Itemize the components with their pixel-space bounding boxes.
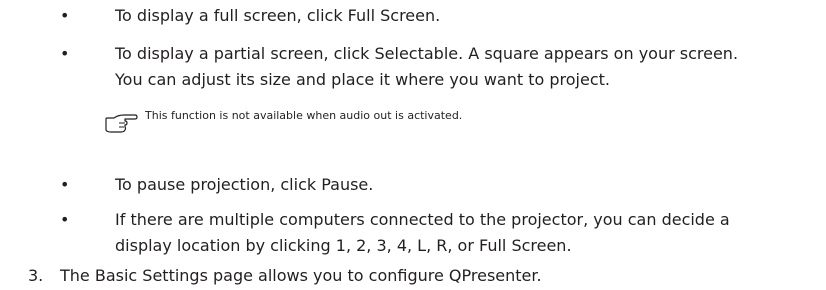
pointing-hand-icon [105, 114, 138, 133]
bullet-4-line-2: display location by clicking 1, 2, 3, 4,… [115, 236, 572, 255]
bullet-marker: • [60, 44, 70, 63]
bullet-marker: • [60, 175, 70, 194]
note-text: This function is not available when audi… [145, 109, 463, 122]
bullet-2-line-2: You can adjust its size and place it whe… [115, 70, 610, 89]
bullet-3-text: To pause projection, click Pause. [115, 175, 374, 194]
bullet-2-line-1: To display a partial screen, click Selec… [115, 44, 739, 63]
bullet-1-text: To display a full screen, click Full Scr… [115, 6, 441, 25]
step-text: The Basic Settings page allows you to co… [60, 266, 542, 285]
bullet-4-line-1: If there are multiple computers connecte… [115, 210, 730, 229]
bullet-marker: • [60, 210, 70, 229]
bullet-marker: • [60, 6, 70, 25]
step-number: 3. [28, 266, 44, 285]
